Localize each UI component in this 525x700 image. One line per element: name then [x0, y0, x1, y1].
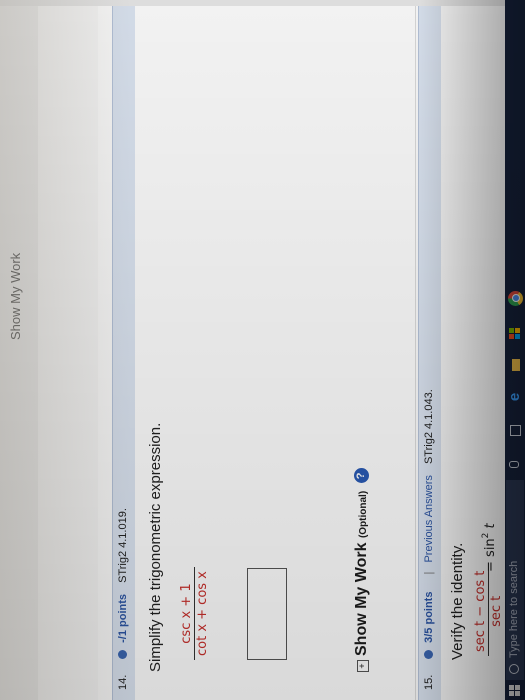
search-placeholder: Type here to search — [508, 560, 520, 658]
status-dot-icon — [424, 649, 433, 659]
chrome-icon[interactable] — [508, 291, 523, 306]
edge-browser-icon[interactable]: e — [506, 390, 523, 404]
task-view-icon[interactable] — [508, 424, 522, 438]
previous-question-strip: Show My Work — [0, 0, 39, 700]
question-prompt: Verify the identity. — [449, 542, 466, 660]
question-number: 15. — [423, 674, 435, 690]
optional-label: (Optional) — [358, 490, 369, 539]
question-14-body: Simplify the trigonometric expression. c… — [135, 0, 416, 700]
store-icon[interactable] — [508, 326, 522, 340]
question-number: 14. — [117, 674, 129, 690]
windows-start-icon[interactable] — [509, 684, 521, 696]
fraction-numerator: sec t − cos t — [473, 566, 489, 656]
taskbar: Type here to search e — [505, 0, 525, 700]
fraction-numerator: csc x + 1 — [179, 567, 195, 660]
file-explorer-icon[interactable] — [508, 358, 522, 372]
taskbar-search-box[interactable]: Type here to search — [506, 480, 524, 680]
points-link[interactable]: 3/5 points — [423, 592, 435, 643]
expand-plus-icon[interactable]: + — [357, 660, 369, 672]
equals-sign: = — [483, 561, 498, 572]
rhs-variable: t — [483, 523, 498, 529]
previous-show-work-text: Show My Work — [8, 252, 23, 340]
help-icon[interactable]: ? — [354, 468, 369, 484]
fraction-denominator: sec t — [489, 595, 504, 627]
browser-viewport: Show My Work 14. -/1 points STrig2 4.1.0… — [0, 0, 525, 700]
question-code: STrig2 4.1.019. — [117, 508, 129, 583]
identity-rhs: = sin2 t — [481, 523, 498, 572]
separator: | — [423, 571, 435, 575]
microphone-icon[interactable] — [508, 458, 522, 472]
question-prompt: Simplify the trigonometric expression. — [147, 422, 164, 672]
identity-fraction: sec t − cos t sec t — [473, 566, 504, 656]
rhs-exponent: 2 — [481, 532, 491, 539]
question-code: STrig2 4.1.043. — [423, 389, 435, 465]
answer-input[interactable] — [247, 568, 287, 660]
search-icon — [509, 664, 519, 674]
scrollbar-track[interactable] — [0, 0, 505, 6]
show-my-work-toggle[interactable]: + Show My Work (Optional) ? — [353, 468, 371, 672]
points-link[interactable]: -/1 points — [117, 594, 129, 643]
question-14-header: 14. -/1 points STrig2 4.1.019. — [112, 0, 136, 700]
previous-answers-link[interactable]: Previous Answers — [423, 475, 435, 562]
question-15-header: 15. 3/5 points | Previous Answers STrig2… — [418, 0, 442, 700]
status-dot-icon — [118, 649, 127, 659]
spacer-band — [38, 0, 98, 700]
rhs-function: sin — [483, 538, 498, 557]
expression-fraction: csc x + 1 cot x + cos x — [179, 567, 210, 660]
fraction-denominator: cot x + cos x — [195, 571, 210, 656]
show-work-label: Show My Work — [353, 542, 370, 657]
